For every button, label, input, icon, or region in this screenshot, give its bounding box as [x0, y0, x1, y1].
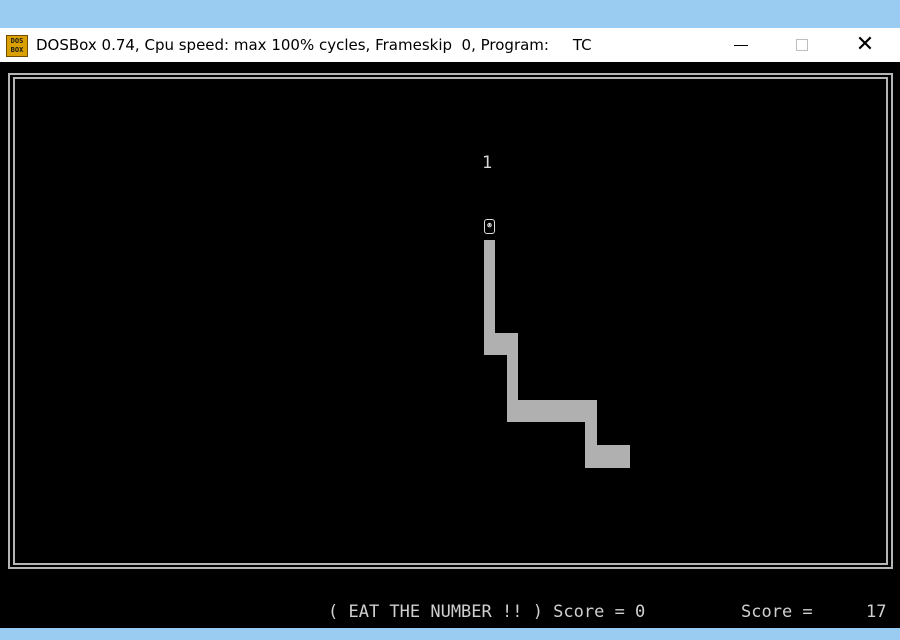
dosbox-icon[interactable]: DOS BOX	[6, 35, 28, 57]
minimize-icon	[734, 44, 748, 46]
food-number: 1	[482, 153, 493, 173]
dosbox-window: DOS BOX DOSBox 0.74, Cpu speed: max 100%…	[0, 28, 900, 628]
score-value: 17	[866, 602, 887, 622]
minimize-button[interactable]	[712, 28, 770, 62]
title-bar[interactable]: DOS BOX DOSBox 0.74, Cpu speed: max 100%…	[0, 28, 900, 62]
playfield-border-inner	[13, 77, 888, 565]
game-screen[interactable]: 1 ☻ ( EAT THE NUMBER !! ) Score = 0 Scor…	[0, 62, 900, 628]
status-bar: ( EAT THE NUMBER !! ) Score = 0 Score = …	[0, 598, 900, 628]
snake-body-segment	[585, 445, 630, 468]
snake-body-segment	[507, 400, 597, 422]
snake-head-icon: ☻	[484, 219, 495, 234]
maximize-icon	[796, 39, 808, 51]
maximize-button[interactable]	[773, 28, 831, 62]
score-label: Score =	[741, 602, 813, 622]
window-title: DOSBox 0.74, Cpu speed: max 100% cycles,…	[36, 36, 592, 54]
status-message: ( EAT THE NUMBER !! ) Score = 0	[328, 602, 646, 622]
close-icon: ✕	[855, 32, 875, 57]
close-button[interactable]: ✕	[836, 28, 894, 62]
